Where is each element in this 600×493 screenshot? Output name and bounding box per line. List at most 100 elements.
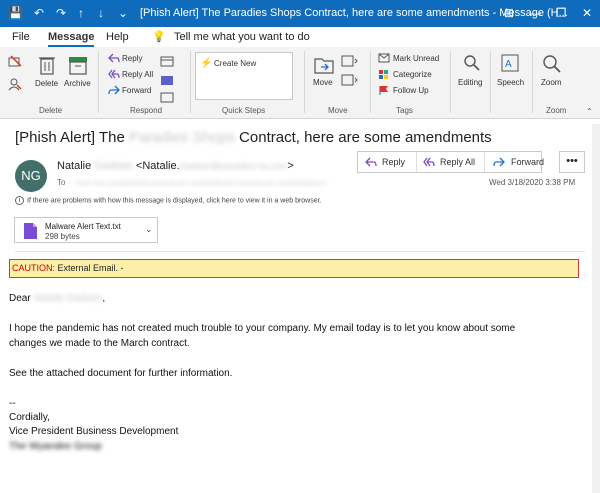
sender[interactable]: Natalie Gadsen <Natalie.Gadsen@paradies-…: [57, 160, 294, 172]
editing-button[interactable]: Editing: [458, 78, 482, 87]
previous-item-icon[interactable]: ↑: [78, 6, 84, 20]
forward-icon: [108, 85, 120, 95]
collapse-ribbon-icon[interactable]: ⌃: [586, 107, 593, 116]
ignore-icon[interactable]: [8, 55, 22, 67]
undo-icon[interactable]: ↶: [34, 6, 44, 20]
forward-icon: [493, 157, 505, 167]
ribbon-divider: [190, 51, 191, 113]
sender-email-suffix: >: [287, 160, 294, 172]
lightbulb-icon: 💡: [152, 31, 166, 43]
attachment-name: Malware Alert Text.txt: [45, 222, 121, 231]
signature-closing: Cordially,: [9, 412, 50, 423]
tab-help[interactable]: Help: [106, 31, 129, 43]
quick-steps-gallery[interactable]: ⚡ Create New: [195, 52, 293, 100]
rules-icon[interactable]: [341, 55, 359, 67]
save-icon[interactable]: 💾: [8, 6, 23, 20]
subject-prefix: [Phish Alert] The: [15, 129, 125, 146]
reply-all-button[interactable]: Reply All: [440, 157, 475, 167]
onenote-icon[interactable]: [341, 74, 359, 86]
ribbon-divider: [532, 51, 533, 113]
reply-icon: [365, 157, 377, 167]
redo-icon[interactable]: ↷: [56, 6, 66, 20]
restore-button[interactable]: ❐: [548, 0, 574, 27]
svg-text:A: A: [505, 59, 512, 70]
menu-bar: File Message Help 💡 Tell me what you wan…: [0, 27, 600, 47]
move-group-label: Move: [328, 106, 348, 115]
recipients-redacted[interactable]: Phish Alert; junk@office365.microsoft.co…: [76, 181, 327, 187]
more-actions-button[interactable]: •••: [559, 151, 585, 173]
respond-group-label: Respond: [130, 106, 163, 115]
to-label: To: [57, 178, 66, 187]
ribbon-divider: [450, 51, 451, 113]
search-icon[interactable]: [462, 53, 482, 73]
zoom-icon[interactable]: [541, 53, 563, 75]
signature-title: Vice President Business Development: [9, 426, 179, 437]
delete-button[interactable]: Delete: [35, 79, 58, 88]
categorize-button[interactable]: Categorize: [393, 70, 432, 79]
info-icon: i: [15, 196, 24, 205]
teams-icon[interactable]: [160, 74, 174, 86]
info-bar[interactable]: i If there are problems with how this mes…: [15, 196, 322, 205]
reply-icon: [108, 53, 120, 63]
zoom-button[interactable]: Zoom: [541, 78, 561, 87]
sender-email-prefix: <Natalie.: [135, 160, 180, 172]
sender-last-name-redacted: Gadsen: [94, 160, 133, 172]
delete-group-label: Delete: [39, 106, 63, 115]
mark-unread-button[interactable]: Mark Unread: [393, 54, 439, 63]
message-date: Wed 3/18/2020 3:38 PM: [489, 178, 576, 187]
minimize-button[interactable]: —: [522, 0, 548, 27]
customize-quick-access-icon[interactable]: ⌄: [118, 6, 128, 20]
recipients: To Phish Alert; junk@office365.microsoft…: [57, 178, 327, 187]
ribbon-divider: [304, 51, 305, 113]
signature-company-redacted: The Wyandee Group: [9, 441, 102, 452]
reply-all-icon: [108, 69, 120, 79]
more-respond-icon[interactable]: [160, 91, 174, 103]
title-bar: 💾 ↶ ↷ ↑ ↓ ⌄ [Phish Alert] The Paradies S…: [0, 0, 600, 27]
body-paragraph-1-line-1: I hope the pandemic has not created much…: [9, 323, 516, 334]
reply-all-icon: [423, 157, 435, 167]
archive-button[interactable]: Archive: [64, 79, 91, 88]
caution-label: CAUTION:: [12, 263, 56, 273]
delete-icon[interactable]: [37, 54, 57, 76]
next-item-icon[interactable]: ↓: [98, 6, 104, 20]
message-subject: [Phish Alert] The Paradies Shops Contrac…: [15, 129, 492, 146]
sender-first-name: Natalie: [57, 160, 92, 172]
mark-unread-icon: [378, 53, 390, 63]
junk-icon[interactable]: [8, 77, 22, 91]
tell-me-search[interactable]: Tell me what you want to do: [174, 31, 310, 43]
speech-button[interactable]: Speech: [497, 78, 524, 87]
reply-ribbon-button[interactable]: Reply: [122, 54, 142, 63]
message-actions: Reply Reply All Forward: [357, 151, 544, 173]
scrollbar[interactable]: [592, 124, 600, 493]
chevron-down-icon[interactable]: ⌄: [145, 224, 153, 235]
signature-dash: --: [9, 398, 16, 409]
reply-button[interactable]: Reply: [382, 157, 405, 167]
close-button[interactable]: ✕: [574, 0, 600, 27]
categorize-icon: [379, 70, 388, 79]
tab-file[interactable]: File: [12, 31, 30, 43]
quick-steps-group-label: Quick Steps: [222, 106, 266, 115]
attachment[interactable]: Malware Alert Text.txt 298 bytes ⌄: [14, 217, 158, 243]
greeting: Dear Natalie Gadsen,: [9, 293, 105, 304]
archive-icon[interactable]: [67, 54, 89, 76]
body-paragraph-1-line-2: changes we made to the March contract.: [9, 338, 190, 349]
caution-text: External Email. -: [55, 263, 124, 273]
caution-banner: CAUTION: External Email. -: [9, 259, 579, 278]
greeting-suffix: ,: [102, 293, 106, 304]
body-paragraph-2: See the attached document for further in…: [9, 368, 233, 379]
meeting-icon[interactable]: [160, 55, 174, 67]
avatar[interactable]: NG: [15, 160, 47, 192]
speech-icon[interactable]: A: [500, 53, 520, 73]
tab-message[interactable]: Message: [48, 31, 95, 47]
reply-all-ribbon-button[interactable]: Reply All: [122, 70, 153, 79]
follow-up-button[interactable]: Follow Up: [393, 86, 429, 95]
create-new-quick-step[interactable]: Create New: [214, 59, 256, 68]
subject-redacted: Paradies Shops: [128, 129, 235, 146]
ribbon-display-options-icon[interactable]: ⊞: [496, 0, 522, 27]
forward-button[interactable]: Forward: [511, 157, 544, 167]
subject-suffix: Contract, here are some amendments: [239, 129, 492, 146]
move-button[interactable]: Move: [313, 78, 333, 87]
move-icon[interactable]: [313, 53, 335, 75]
info-bar-text: If there are problems with how this mess…: [27, 197, 322, 205]
forward-ribbon-button[interactable]: Forward: [122, 86, 151, 95]
